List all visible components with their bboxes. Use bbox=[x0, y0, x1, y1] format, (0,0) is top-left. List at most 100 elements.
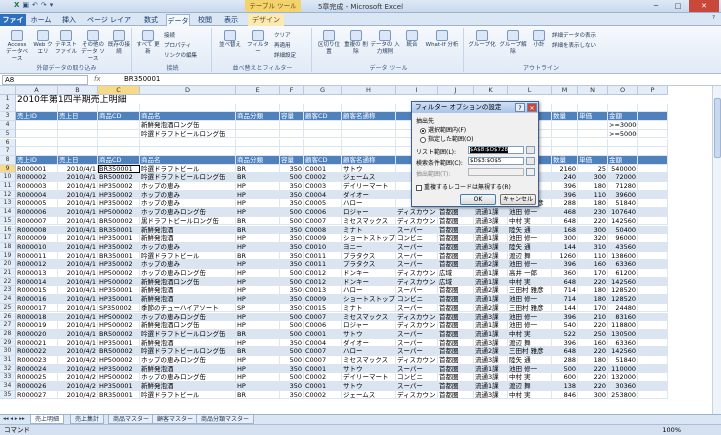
access-button[interactable]: Access データベース bbox=[4, 30, 30, 63]
cell-p8[interactable] bbox=[638, 155, 668, 165]
cell-b29[interactable]: 2010/4/1 bbox=[58, 338, 98, 348]
cell-o10[interactable]: 72000 bbox=[608, 173, 638, 182]
cell-a3[interactable]: 売上ID bbox=[16, 112, 58, 122]
row-header-30[interactable]: 30 bbox=[0, 347, 16, 356]
cell-p33[interactable] bbox=[638, 373, 668, 383]
column-header-c[interactable]: C bbox=[98, 86, 140, 95]
cell-o15[interactable]: 142560 bbox=[608, 216, 638, 226]
cell-h3[interactable]: 顧客名通称 bbox=[342, 112, 396, 122]
cell-j20[interactable]: 首都圏 bbox=[438, 260, 474, 269]
cell-a13[interactable]: R000005 bbox=[16, 199, 58, 209]
cell-f7[interactable] bbox=[280, 147, 304, 156]
cell-f12[interactable]: 350 bbox=[280, 190, 304, 200]
cell-p22[interactable] bbox=[638, 277, 668, 287]
cell-m26[interactable]: 396 bbox=[552, 312, 578, 322]
cell-g7[interactable] bbox=[304, 147, 342, 156]
cell-f11[interactable]: 350 bbox=[280, 182, 304, 191]
tab-data[interactable]: データ bbox=[166, 14, 190, 26]
cell-f34[interactable]: 350 bbox=[280, 382, 304, 391]
remove-duplicates-button[interactable]: 重複の 削除 bbox=[344, 30, 368, 56]
cell-i31[interactable]: ディスカウント bbox=[396, 356, 438, 365]
cell-k18[interactable]: 流通3課 bbox=[474, 242, 508, 252]
cell-l25[interactable]: 三田村 雅彦 bbox=[508, 303, 552, 313]
cell-a34[interactable]: R000026 bbox=[16, 382, 58, 391]
cell-l30[interactable]: 三田村 雅彦 bbox=[508, 347, 552, 356]
cell-a21[interactable]: R000013 bbox=[16, 269, 58, 278]
cell-o26[interactable]: 83160 bbox=[608, 312, 638, 322]
cell-n14[interactable]: 230 bbox=[578, 208, 608, 217]
row-header-29[interactable]: 29 bbox=[0, 338, 16, 348]
cell-e12[interactable]: HP bbox=[236, 190, 280, 200]
cell-h28[interactable]: サトウ bbox=[342, 329, 396, 339]
cell-g35[interactable]: C0002 bbox=[304, 390, 342, 400]
cell-e17[interactable]: HP bbox=[236, 234, 280, 243]
cell-f29[interactable]: 350 bbox=[280, 338, 304, 348]
column-header-h[interactable]: H bbox=[342, 86, 396, 95]
cell-f23[interactable]: 350 bbox=[280, 286, 304, 296]
cell-h21[interactable]: ドンキー bbox=[342, 269, 396, 278]
sheet-tab-sales-detail[interactable]: 売上明細 bbox=[30, 415, 65, 424]
cell-e27[interactable]: HP bbox=[236, 321, 280, 330]
cell-n26[interactable]: 210 bbox=[578, 312, 608, 322]
cell-b3[interactable]: 売上日 bbox=[58, 112, 98, 122]
cell-d12[interactable]: ホップの恵み bbox=[140, 190, 236, 200]
cell-b17[interactable]: 2010/4/1 bbox=[58, 234, 98, 243]
cell-e29[interactable]: HP bbox=[236, 338, 280, 348]
cell-c2[interactable] bbox=[98, 103, 140, 113]
sheet-tab-customer-master[interactable]: 顧客マスター bbox=[152, 415, 199, 424]
row-header-24[interactable]: 24 bbox=[0, 295, 16, 304]
cell-d30[interactable]: 吟選ドラフトビールロング缶 bbox=[140, 347, 236, 356]
cell-o33[interactable]: 132000 bbox=[608, 373, 638, 383]
cell-o28[interactable]: 130500 bbox=[608, 329, 638, 339]
cell-d33[interactable]: ホップの恵みロング缶 bbox=[140, 373, 236, 383]
cell-e20[interactable]: HP bbox=[236, 260, 280, 269]
cell-k25[interactable]: 流通2課 bbox=[474, 303, 508, 313]
column-header-e[interactable]: E bbox=[236, 86, 280, 95]
cell-m13[interactable]: 288 bbox=[552, 199, 578, 209]
minimize-icon[interactable]: ─ bbox=[645, 0, 667, 12]
close-icon[interactable]: ✕ bbox=[689, 0, 719, 12]
cell-k23[interactable]: 流通2課 bbox=[474, 286, 508, 296]
cell-g15[interactable]: C0007 bbox=[304, 216, 342, 226]
cell-n34[interactable]: 220 bbox=[578, 382, 608, 391]
cell-m17[interactable]: 300 bbox=[552, 234, 578, 243]
row-header-18[interactable]: 18 bbox=[0, 242, 16, 252]
cell-i34[interactable]: スーパー bbox=[396, 382, 438, 391]
cell-o35[interactable]: 253800 bbox=[608, 390, 638, 400]
cell-e18[interactable]: HP bbox=[236, 242, 280, 252]
row-header-5[interactable]: 5 bbox=[0, 129, 16, 139]
cell-j27[interactable]: 首都圏 bbox=[438, 321, 474, 330]
cell-o5[interactable]: >=500000 bbox=[608, 129, 638, 139]
cell-n18[interactable]: 310 bbox=[578, 242, 608, 252]
cell-b27[interactable]: 2010/4/1 bbox=[58, 321, 98, 330]
cell-i17[interactable]: コンビニ bbox=[396, 234, 438, 243]
cell-n15[interactable]: 220 bbox=[578, 216, 608, 226]
cell-g13[interactable]: C0005 bbox=[304, 199, 342, 209]
cell-d16[interactable]: 新鮮発泡酒 bbox=[140, 225, 236, 235]
cell-f8[interactable]: 容量 bbox=[280, 155, 304, 165]
cell-g4[interactable] bbox=[304, 121, 342, 130]
cell-d32[interactable]: 新鮮発泡酒 bbox=[140, 364, 236, 374]
cell-o12[interactable]: 39600 bbox=[608, 190, 638, 200]
cell-m22[interactable]: 648 bbox=[552, 277, 578, 287]
cell-h27[interactable]: ロジャー bbox=[342, 321, 396, 330]
cell-a25[interactable]: R000017 bbox=[16, 303, 58, 313]
cell-i16[interactable]: スーパー bbox=[396, 225, 438, 235]
cell-g14[interactable]: C0006 bbox=[304, 208, 342, 217]
cell-c19[interactable]: BR350001 bbox=[98, 251, 140, 261]
cell-b12[interactable]: 2010/4/1 bbox=[58, 190, 98, 200]
cell-c4[interactable] bbox=[98, 121, 140, 130]
cell-f17[interactable]: 350 bbox=[280, 234, 304, 243]
cell-l19[interactable]: 渡辺 舞 bbox=[508, 251, 552, 261]
cell-o24[interactable]: 128520 bbox=[608, 295, 638, 304]
cell-h35[interactable]: ジェームス bbox=[342, 390, 396, 400]
cell-i14[interactable]: ディスカウント bbox=[396, 208, 438, 217]
cell-d6[interactable] bbox=[140, 138, 236, 148]
cell-j15[interactable]: 首都圏 bbox=[438, 216, 474, 226]
cell-n29[interactable]: 160 bbox=[578, 338, 608, 348]
cell-b10[interactable]: 2010/4/1 bbox=[58, 173, 98, 182]
cell-b32[interactable]: 2010/4/2 bbox=[58, 364, 98, 374]
cell-b24[interactable]: 2010/4/1 bbox=[58, 295, 98, 304]
cell-o13[interactable]: 51840 bbox=[608, 199, 638, 209]
cell-g33[interactable]: C0002 bbox=[304, 373, 342, 383]
